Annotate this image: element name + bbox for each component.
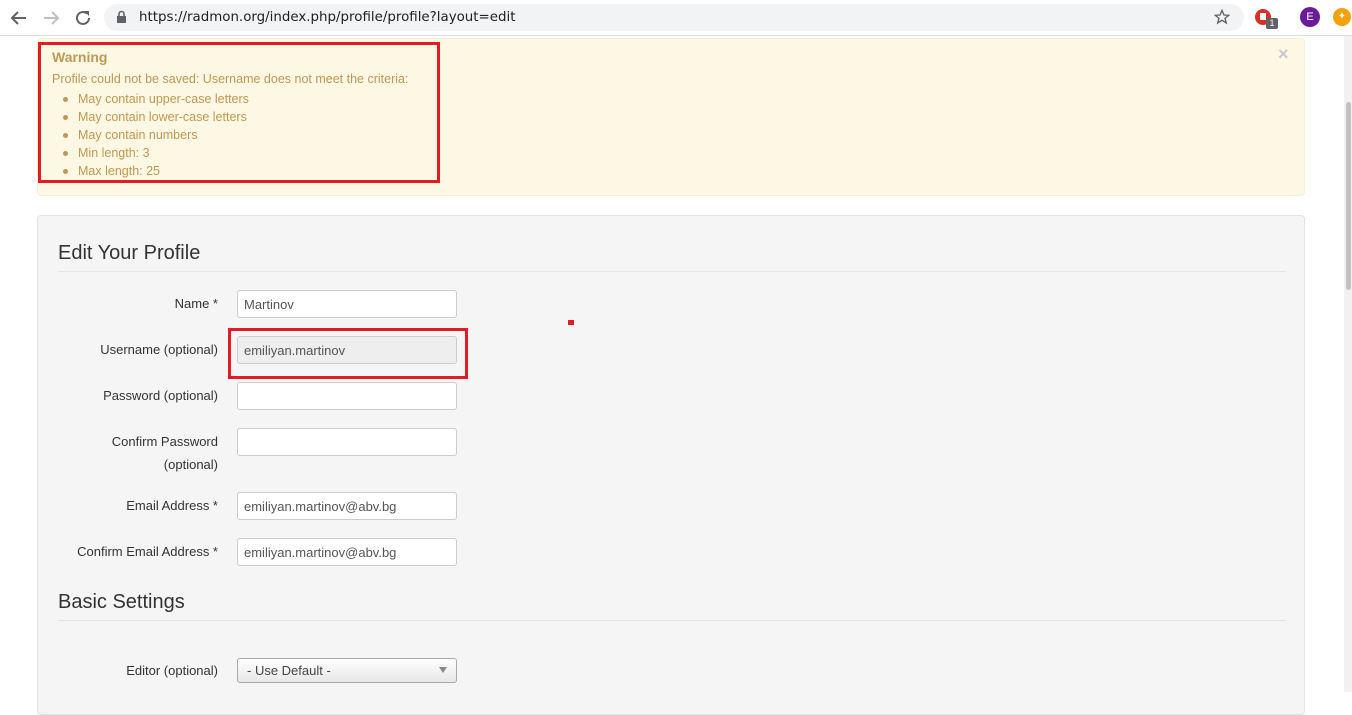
editor-label: Editor (optional) bbox=[126, 663, 218, 678]
scrollbar-thumb[interactable] bbox=[1346, 102, 1351, 290]
annotation-box-warning bbox=[38, 42, 440, 183]
confirm-email-label: Confirm Email Address * bbox=[77, 544, 218, 559]
annotation-box-username bbox=[228, 328, 468, 379]
email-field[interactable] bbox=[237, 492, 457, 520]
forward-icon[interactable] bbox=[40, 7, 62, 29]
confirm-password-label-line1: Confirm Password bbox=[111, 434, 218, 449]
editor-select-value: - Use Default - bbox=[247, 663, 331, 678]
address-bar[interactable]: https://radmon.org/index.php/profile/pro… bbox=[104, 4, 1244, 31]
name-label: Name * bbox=[174, 296, 218, 311]
extension-icon-orange[interactable]: ✦ bbox=[1333, 8, 1351, 26]
editor-select[interactable]: - Use Default - bbox=[237, 658, 457, 683]
bookmark-star-icon[interactable] bbox=[1214, 9, 1230, 25]
lock-icon bbox=[117, 10, 126, 23]
section-heading-basic: Basic Settings bbox=[58, 591, 185, 613]
chevron-down-icon bbox=[439, 667, 447, 673]
confirm-password-label: Confirm Password (optional) bbox=[58, 430, 218, 476]
section-heading-profile: Edit Your Profile bbox=[58, 242, 201, 264]
divider bbox=[58, 271, 1286, 272]
confirm-password-label-line2: (optional) bbox=[163, 457, 218, 472]
extension-badge: 1 bbox=[1266, 18, 1278, 29]
confirm-password-field[interactable] bbox=[237, 428, 457, 456]
reload-icon[interactable] bbox=[72, 7, 94, 29]
annotation-dot bbox=[568, 320, 574, 325]
email-label: Email Address * bbox=[126, 498, 218, 513]
username-label: Username (optional) bbox=[100, 342, 218, 357]
name-field[interactable] bbox=[237, 290, 457, 318]
profile-form-panel: Edit Your Profile Name * Username (optio… bbox=[37, 215, 1305, 715]
password-label: Password (optional) bbox=[103, 388, 218, 403]
browser-toolbar: https://radmon.org/index.php/profile/pro… bbox=[0, 0, 1352, 36]
close-icon[interactable]: × bbox=[1278, 44, 1289, 65]
back-icon[interactable] bbox=[8, 7, 30, 29]
confirm-email-field[interactable] bbox=[237, 538, 457, 566]
url-text: https://radmon.org/index.php/profile/pro… bbox=[139, 10, 516, 25]
divider bbox=[58, 620, 1286, 621]
password-field[interactable] bbox=[237, 382, 457, 410]
profile-avatar[interactable]: E bbox=[1300, 7, 1320, 27]
